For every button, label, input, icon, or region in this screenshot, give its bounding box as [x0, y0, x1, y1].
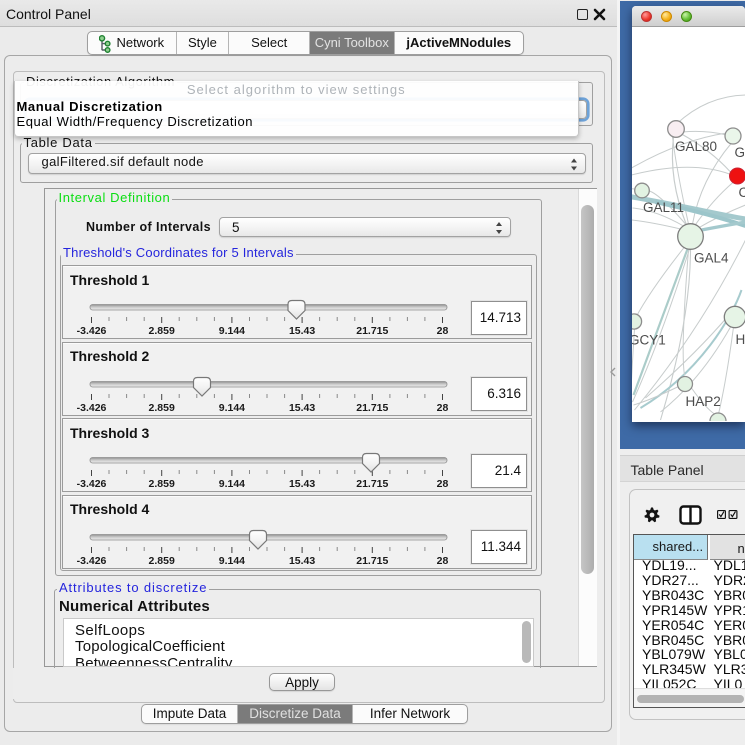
svg-text:GCY1: GCY1 [632, 333, 666, 348]
svg-text:GAL11: GAL11 [643, 200, 684, 215]
svg-text:HAP2: HAP2 [685, 394, 720, 409]
svg-text:GAL4: GAL4 [694, 251, 729, 266]
svg-text:G..: G.. [734, 145, 745, 160]
svg-text:GAL80: GAL80 [675, 139, 717, 154]
svg-text:C: C [738, 185, 745, 200]
svg-text:H: H [735, 332, 745, 347]
